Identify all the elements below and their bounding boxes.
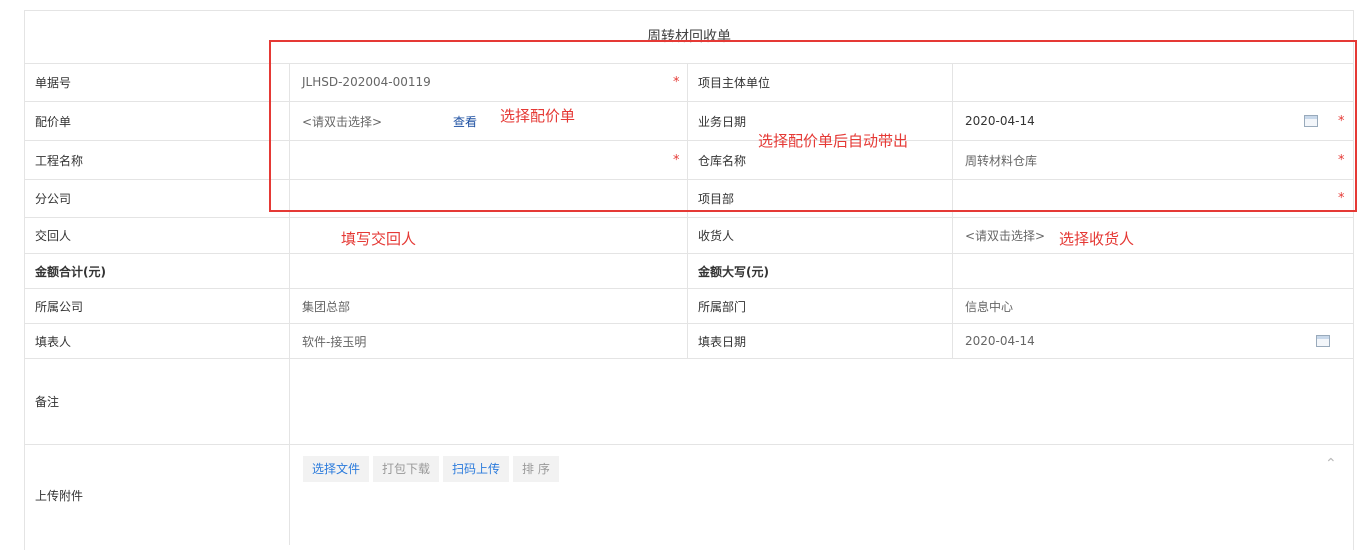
field-amount-words [953, 254, 1355, 288]
remarks-textarea[interactable] [290, 359, 1355, 444]
annotation-fill-returner: 填写交回人 [341, 230, 417, 248]
label-company: 所属公司 [35, 299, 84, 314]
annotation-select-receiver: 选择收货人 [1059, 230, 1135, 248]
company-value: 集团总部 [302, 299, 351, 314]
row-returner: 交回人 收货人 <请双击选择> [25, 218, 1353, 254]
field-filler: 软件-接玉明 [290, 324, 688, 358]
fill-date-value: 2020-04-14 [965, 334, 1035, 348]
label-attachments: 上传附件 [35, 488, 84, 503]
field-fill-date[interactable]: 2020-04-14 [953, 324, 1355, 358]
label-filler: 填表人 [35, 334, 72, 349]
label-document-number: 单据号 [35, 75, 72, 90]
label-amount-words: 金额大写(元) [698, 264, 769, 279]
label-amount-total: 金额合计(元) [35, 264, 106, 279]
calendar-icon[interactable] [1316, 335, 1330, 347]
label-remarks: 备注 [35, 395, 60, 409]
row-filler: 填表人 软件-接玉明 填表日期 2020-04-14 [25, 324, 1353, 359]
row-amount: 金额合计(元) 金额大写(元) [25, 254, 1353, 289]
field-amount-total [290, 254, 688, 288]
label-branch: 分公司 [35, 192, 72, 206]
receiver-placeholder: <请双击选择> [965, 229, 1046, 243]
select-file-button[interactable]: 选择文件 [303, 456, 370, 482]
row-company: 所属公司 集团总部 所属部门 信息中心 [25, 289, 1353, 324]
label-project-name: 工程名称 [35, 153, 84, 168]
row-attachments: 上传附件 [25, 445, 1353, 545]
annotation-auto-fill: 选择配价单后自动带出 [758, 132, 909, 150]
field-receiver[interactable]: <请双击选择> [953, 218, 1355, 253]
field-company: 集团总部 [290, 289, 688, 323]
chevron-up-icon[interactable]: ⌃ [1325, 456, 1337, 472]
label-returner: 交回人 [35, 229, 72, 243]
scan-upload-button[interactable]: 扫码上传 [443, 456, 510, 482]
label-fill-date: 填表日期 [698, 334, 747, 349]
label-receiver: 收货人 [698, 229, 735, 243]
label-price-sheet: 配价单 [35, 114, 72, 129]
highlight-box [269, 40, 1357, 212]
label-department: 所属部门 [698, 299, 747, 314]
download-package-button[interactable]: 打包下载 [373, 456, 440, 482]
attachment-toolbar: 选择文件 打包下载 扫码上传 排 序 [303, 456, 559, 482]
sort-button[interactable]: 排 序 [513, 456, 559, 482]
department-value: 信息中心 [965, 299, 1014, 314]
filler-value: 软件-接玉明 [302, 334, 367, 349]
row-remarks: 备注 [25, 359, 1353, 445]
field-department: 信息中心 [953, 289, 1355, 323]
annotation-select-price-sheet: 选择配价单 [500, 107, 576, 125]
